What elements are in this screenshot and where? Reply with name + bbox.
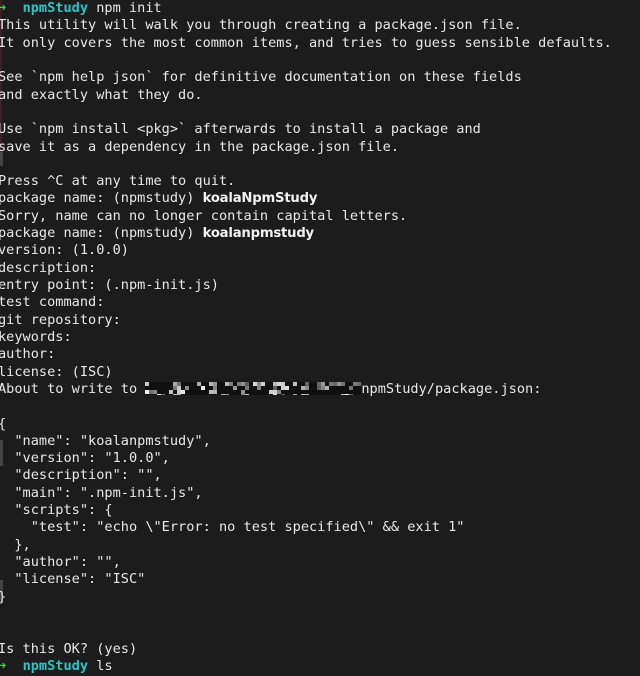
json-line-close-brace: }	[0, 589, 640, 606]
prompt-cwd: npmStudy	[22, 0, 89, 16]
input-line-license: license: (ISC)	[0, 363, 113, 380]
prompt-arrow-icon: ➜	[0, 0, 23, 16]
json-line-description: "description": "",	[0, 467, 162, 484]
json-line-test: "test": "echo \"Error: no test specified…	[0, 519, 465, 536]
output-line-about-to-write: About to write to npmStudy/package.json:	[0, 381, 640, 398]
json-line-open-brace: {	[0, 416, 640, 433]
prompt-arrow-icon-2: ➜	[0, 657, 23, 674]
input-label-package-name-1: package name: (npmstudy)	[0, 190, 203, 207]
prompt-cwd-2: npmStudy	[22, 657, 89, 674]
json-line-name: "name": "koalanpmstudy",	[0, 432, 211, 449]
output-line-error-capitals: Sorry, name can no longer contain capita…	[0, 207, 408, 224]
about-to-write-suffix: npmStudy/package.json:	[361, 380, 542, 397]
json-line-license: "license": "ISC"	[0, 571, 146, 588]
terminal-output: ➜ npmStudy npm init This utility will wa…	[0, 0, 640, 676]
json-line-scripts-open: "scripts": {	[0, 502, 113, 519]
json-line-author: "author": "",	[0, 554, 121, 570]
input-line-version: version: (1.0.0)	[0, 242, 129, 259]
json-line-version: "version": "1.0.0",	[0, 450, 170, 467]
json-line-main: "main": ".npm-init.js",	[0, 484, 203, 501]
output-line-quit-hint: Press ^C at any time to quit.	[0, 173, 236, 190]
input-value-package-name-2: koalanpmstudy	[202, 226, 315, 242]
json-line-scripts-close: },	[0, 536, 31, 553]
input-line-git-repository: git repository:	[0, 311, 121, 328]
input-line-package-name-2: package name: (npmstudy) koalanpmstudy	[0, 225, 640, 242]
output-line-help-1: See `npm help json` for definitive docum…	[0, 69, 522, 86]
input-value-package-name-1: koalaNpmStudy	[202, 191, 318, 207]
redacted-path-block	[145, 381, 362, 395]
about-to-write-prefix: About to write to	[0, 380, 146, 397]
prompt-line-npm-init: ➜ npmStudy npm init	[0, 0, 640, 17]
input-label-package-name-2: package name: (npmstudy)	[0, 225, 203, 242]
input-line-author: author:	[0, 346, 56, 363]
input-line-package-name-1: package name: (npmstudy) koalaNpmStudy	[0, 190, 640, 207]
prompt-command: npm init	[96, 0, 162, 16]
input-line-description: description:	[0, 259, 97, 276]
prompt-command-2: ls	[96, 657, 113, 674]
terminal-window[interactable]: ➜ npmStudy npm init This utility will wa…	[0, 0, 640, 676]
output-line-is-this-ok: Is this OK? (yes)	[0, 640, 138, 657]
output-line-install-2: save it as a dependency in the package.j…	[0, 138, 400, 155]
prompt-line-ls: ➜ npmStudy ls	[0, 658, 640, 675]
output-line-intro-1: This utility will walk you through creat…	[0, 17, 522, 34]
input-line-entry-point: entry point: (.npm-init.js)	[0, 277, 219, 293]
input-line-test-command: test command:	[0, 294, 105, 311]
output-line-install-1: Use `npm install <pkg>` afterwards to in…	[0, 121, 481, 138]
input-line-keywords: keywords:	[0, 328, 72, 345]
output-line-intro-2: It only covers the most common items, an…	[0, 34, 612, 51]
output-line-help-2: and exactly what they do.	[0, 86, 203, 103]
